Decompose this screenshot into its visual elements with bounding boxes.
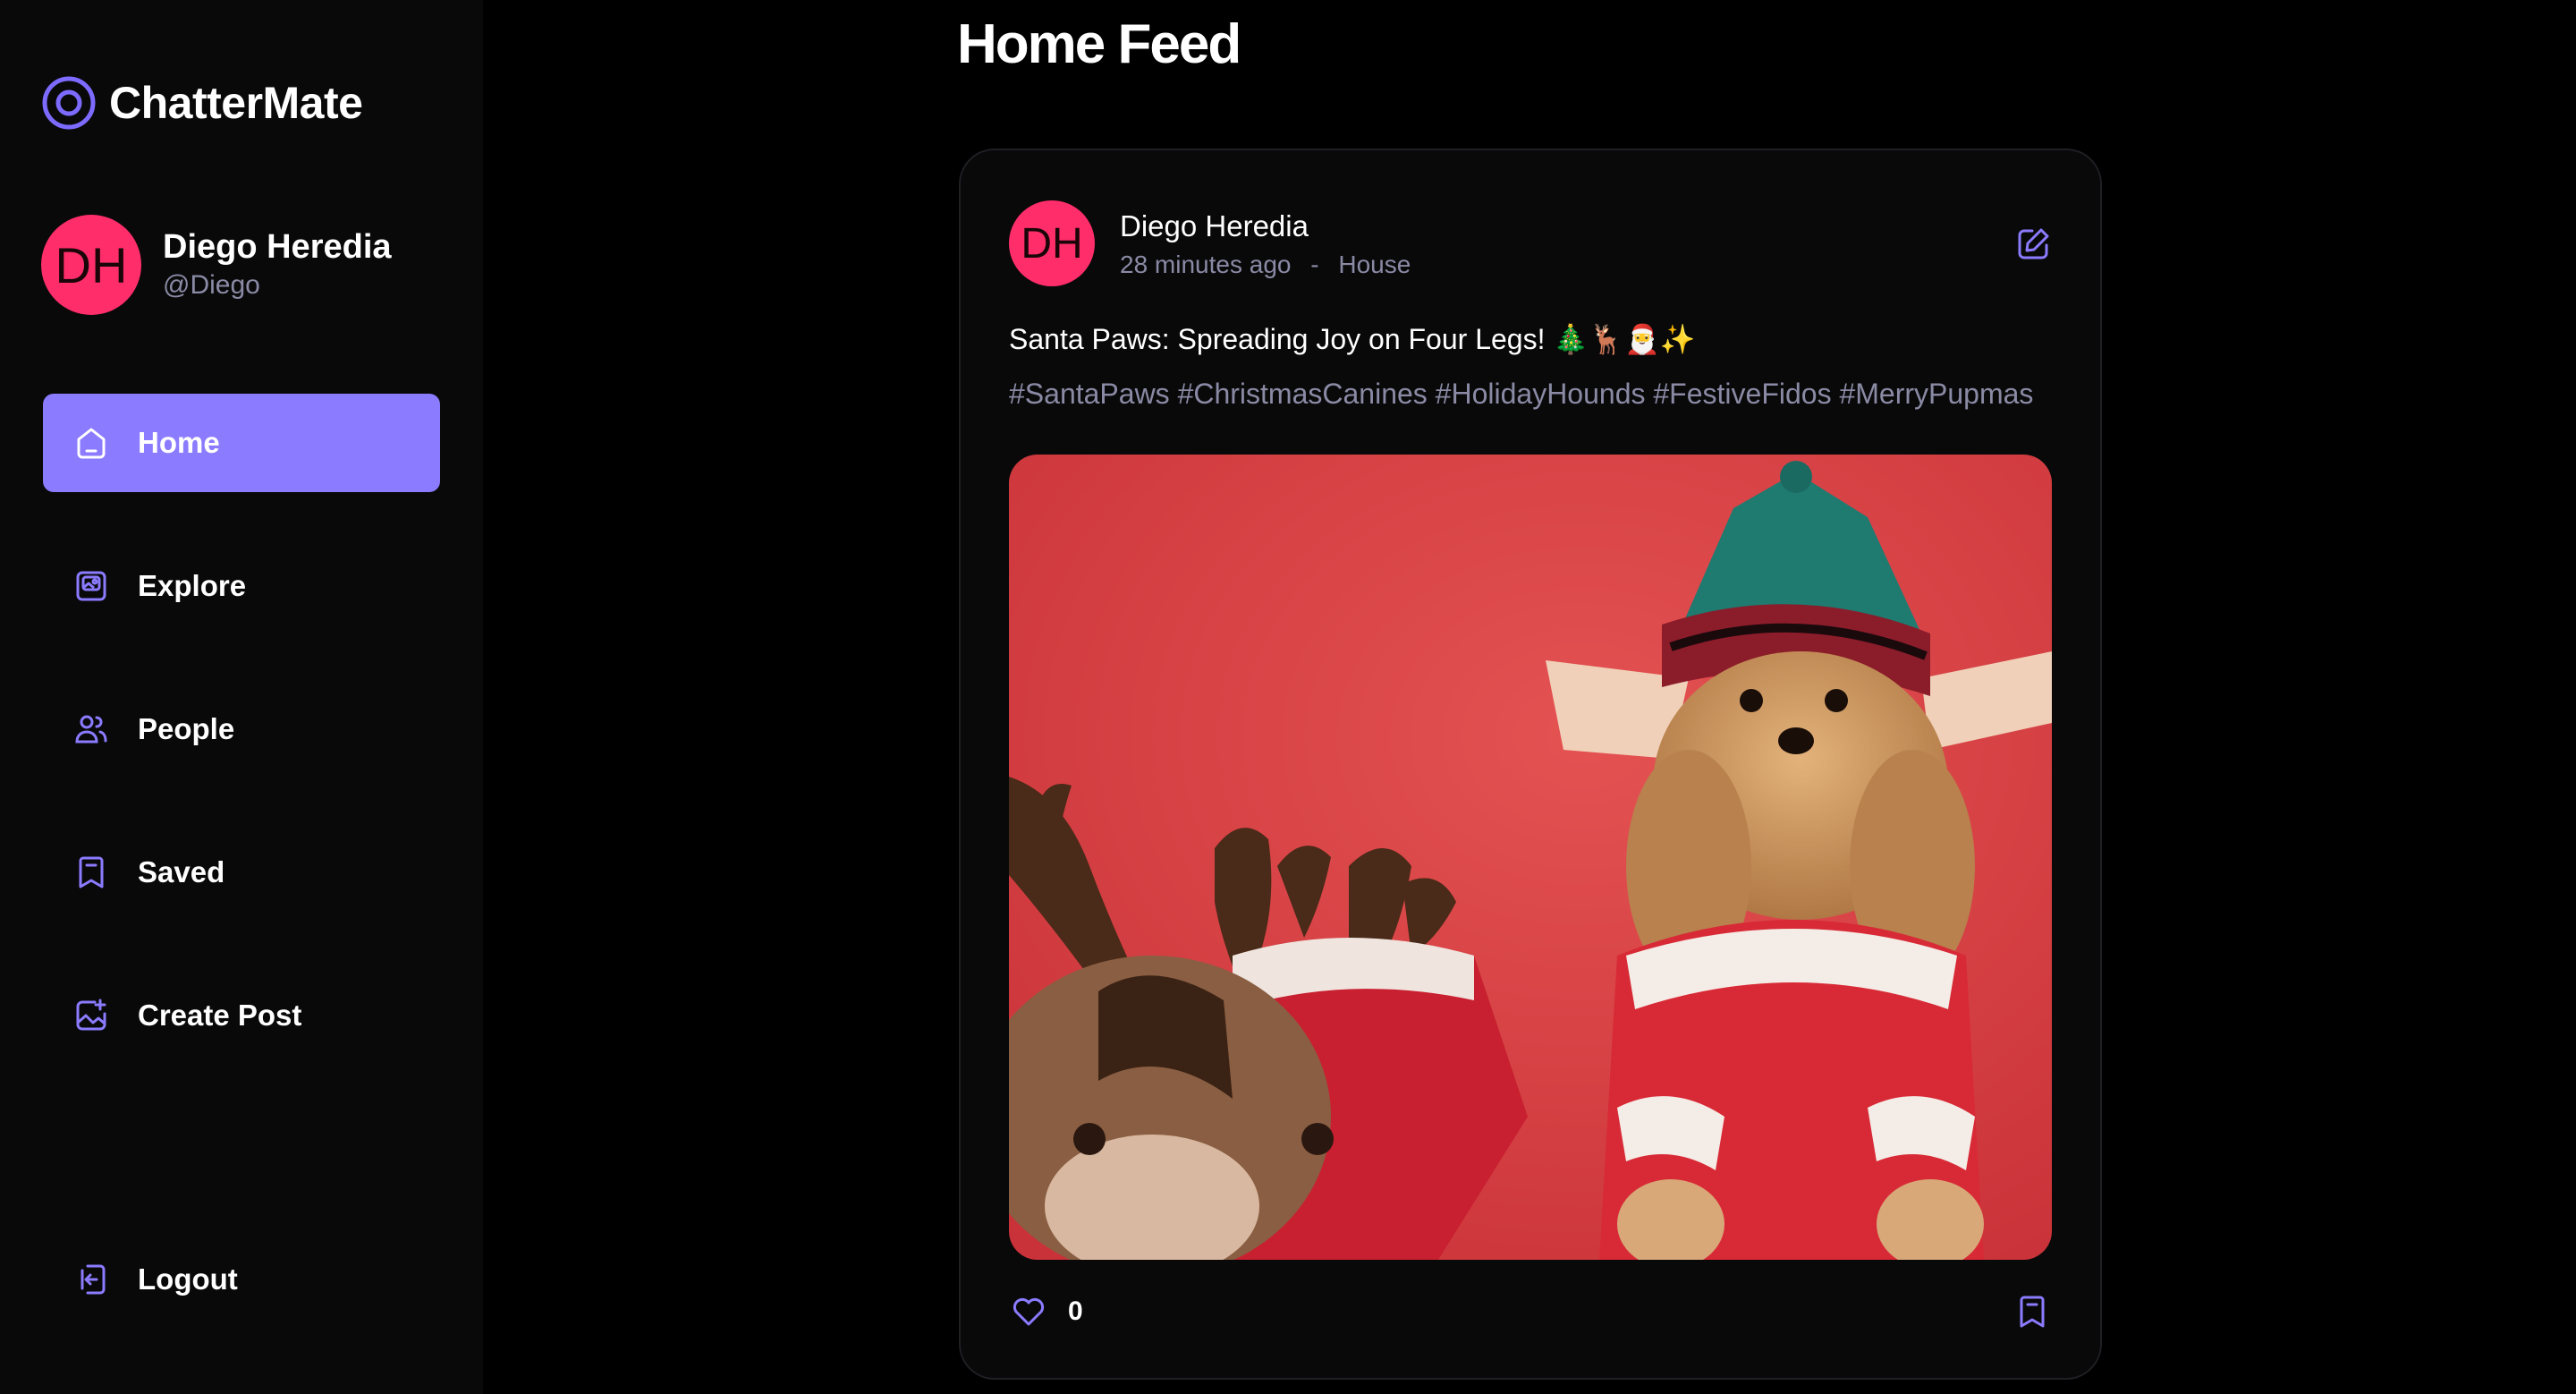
sidebar-item-home[interactable]: Home — [43, 394, 440, 492]
avatar[interactable]: DH — [1009, 200, 1095, 286]
user-name: Diego Heredia — [163, 227, 392, 266]
avatar: DH — [41, 215, 141, 315]
sidebar-item-saved[interactable]: Saved — [43, 823, 440, 922]
post-image[interactable] — [1009, 455, 2052, 1260]
post-author[interactable]: Diego Heredia — [1120, 208, 1423, 246]
sidebar: ChatterMate DH Diego Heredia @Diego Home… — [0, 0, 483, 1394]
post-header: DH Diego Heredia 28 minutes ago - House — [1009, 200, 1423, 286]
meta-separator: - — [1310, 251, 1319, 279]
sidebar-item-explore[interactable]: Explore — [43, 537, 440, 635]
logout-icon — [80, 1264, 106, 1295]
people-icon — [75, 715, 107, 744]
bookmark-icon — [79, 856, 104, 888]
gallery-add-icon — [76, 999, 106, 1031]
edit-icon[interactable] — [2014, 225, 2052, 263]
post-meta: 28 minutes ago - House — [1120, 251, 1423, 279]
dogs-photo — [1009, 455, 2052, 1260]
like-group: 0 — [1009, 1292, 1083, 1331]
post-tags: #SantaPaws #ChristmasCanines #HolidayHou… — [1009, 378, 2034, 410]
image-icon — [76, 571, 106, 601]
like-count: 0 — [1068, 1296, 1083, 1326]
save-bookmark-icon[interactable] — [2012, 1292, 2052, 1331]
post-location: House — [1338, 251, 1411, 279]
post-time: 28 minutes ago — [1120, 251, 1292, 279]
logo-icon — [42, 76, 96, 130]
app-name: ChatterMate — [109, 78, 363, 128]
sidebar-item-people[interactable]: People — [43, 680, 440, 778]
page-title: Home Feed — [957, 13, 1241, 75]
sidebar-item-label: People — [138, 712, 235, 745]
app-logo[interactable]: ChatterMate — [41, 75, 363, 131]
logout-label: Logout — [138, 1262, 238, 1296]
post-caption: Santa Paws: Spreading Joy on Four Legs! … — [1009, 323, 1696, 355]
sidebar-item-label: Explore — [138, 569, 247, 602]
logout-button[interactable]: Logout — [72, 1260, 238, 1299]
sidebar-nav: Home Explore People Saved Create Post — [43, 394, 440, 1109]
user-profile[interactable]: DH Diego Heredia @Diego — [41, 215, 392, 315]
heart-icon[interactable] — [1009, 1292, 1048, 1331]
user-handle: @Diego — [163, 270, 260, 301]
sidebar-item-label: Create Post — [138, 999, 302, 1032]
sidebar-item-label: Saved — [138, 855, 225, 888]
post-card: DH Diego Heredia 28 minutes ago - House … — [959, 149, 2102, 1380]
sidebar-item-create-post[interactable]: Create Post — [43, 966, 440, 1065]
home-icon — [77, 428, 106, 459]
post-actions: 0 — [1009, 1292, 2052, 1331]
sidebar-item-label: Home — [138, 426, 220, 459]
